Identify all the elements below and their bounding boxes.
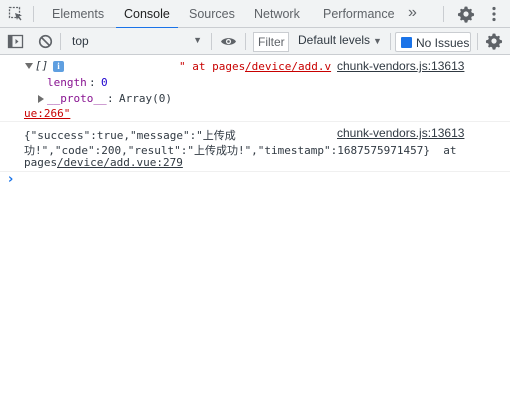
devtools-tabbar: Elements Console Sources Network Perform… <box>0 0 510 29</box>
dropdown-arrow-icon: ▼ <box>193 35 202 45</box>
tab-sources[interactable]: Sources <box>189 0 235 28</box>
source-file-link[interactable]: /device/add.v <box>245 60 331 73</box>
proto-key[interactable]: __proto__ <box>47 92 107 105</box>
log-levels-dropdown[interactable]: Default levels ▼ <box>298 33 382 47</box>
tab-performance[interactable]: Performance <box>323 0 395 28</box>
tab-elements[interactable]: Elements <box>52 0 104 28</box>
tab-console[interactable]: Console <box>116 0 178 29</box>
filter-input[interactable]: Filter <box>253 32 289 52</box>
issues-label: No Issues <box>416 36 470 50</box>
message-string: " at pages <box>179 60 246 73</box>
console-settings-gear-icon[interactable] <box>485 32 503 50</box>
more-tabs-chevron-icon[interactable]: » <box>408 4 424 22</box>
source-location-link[interactable]: chunk-vendors.js:13613 <box>337 126 464 140</box>
dropdown-arrow-icon: ▼ <box>373 36 382 46</box>
issues-flag-icon <box>401 37 412 48</box>
message-string-continuation: ue:266" <box>24 107 70 120</box>
console-message: [] i " at pages /device/add.v chunk-vend… <box>0 55 510 122</box>
issues-button[interactable]: No Issues <box>395 32 471 52</box>
more-options-kebab-icon[interactable] <box>486 5 502 23</box>
toolbar-divider <box>60 33 61 50</box>
info-badge-icon[interactable]: i <box>53 60 64 72</box>
toolbar-divider <box>477 33 478 50</box>
stack-location-link[interactable]: /device/add.vue:279 <box>57 156 183 169</box>
tabbar-divider <box>33 6 34 22</box>
property-key: length <box>47 76 87 89</box>
settings-gear-icon[interactable] <box>457 5 475 23</box>
context-value: top <box>72 34 89 48</box>
property-value: 0 <box>101 76 108 89</box>
clear-console-icon[interactable] <box>37 33 54 50</box>
toolbar-divider <box>211 33 212 50</box>
live-expression-eye-icon[interactable] <box>220 33 237 50</box>
log-levels-label: Default levels <box>298 33 371 47</box>
json-response-text: {"success":true,"message":"上传成 <box>24 129 236 142</box>
tabbar-divider <box>443 6 444 22</box>
stack-location-prefix: pages <box>24 156 58 169</box>
proto-value: Array(0) <box>119 92 172 105</box>
collapse-triangle-icon[interactable] <box>25 63 33 69</box>
javascript-context-select[interactable]: top ▼ <box>66 32 206 51</box>
array-preview[interactable]: [] <box>35 59 48 72</box>
inspect-element-icon[interactable] <box>8 6 24 22</box>
source-location-link[interactable]: chunk-vendors.js:13613 <box>337 59 464 73</box>
toolbar-divider <box>245 33 246 50</box>
source-file-link-continuation[interactable]: ue:266" <box>24 107 70 120</box>
toolbar-divider <box>390 33 391 50</box>
expand-triangle-icon[interactable] <box>38 95 44 103</box>
console-toolbar: top ▼ Filter Default levels ▼ No Issues <box>0 28 510 55</box>
toggle-sidebar-icon[interactable] <box>7 33 24 50</box>
console-prompt-icon[interactable]: › <box>8 172 13 187</box>
tab-network[interactable]: Network <box>254 0 300 28</box>
console-message: {"success":true,"message":"上传成 chunk-ven… <box>0 122 510 172</box>
console-log: [] i " at pages /device/add.v chunk-vend… <box>0 55 510 415</box>
